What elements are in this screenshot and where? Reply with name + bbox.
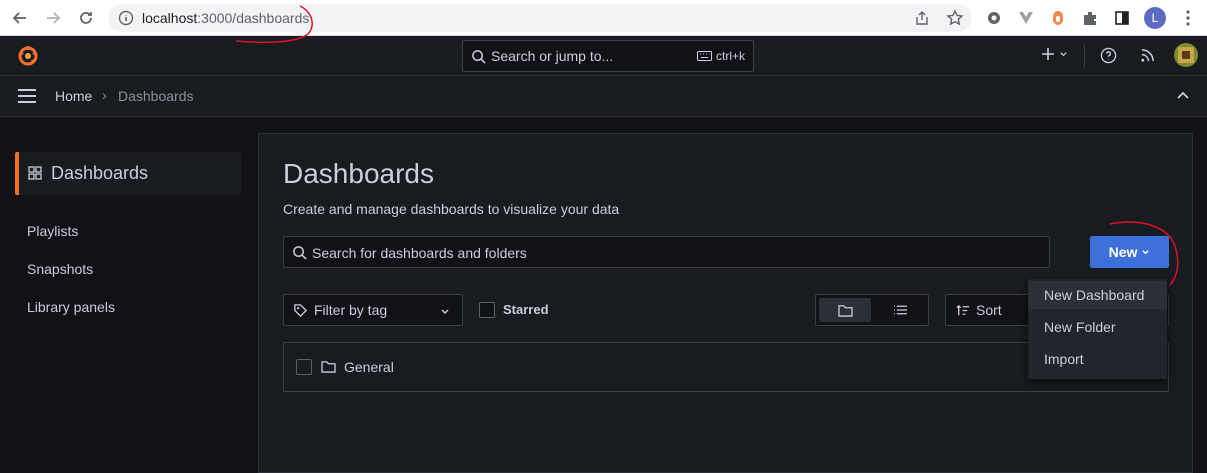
url-text: localhost:3000/dashboards xyxy=(142,10,309,26)
grafana-logo-icon[interactable] xyxy=(16,44,40,68)
rss-news-icon[interactable] xyxy=(1140,48,1155,63)
tag-filter-placeholder: Filter by tag xyxy=(314,302,388,318)
new-button[interactable]: New xyxy=(1090,236,1169,268)
sidebar-item-dashboards[interactable]: Dashboards xyxy=(15,152,241,195)
forward-button[interactable] xyxy=(42,7,64,29)
chevron-down-icon xyxy=(1142,249,1150,254)
page-subtitle: Create and manage dashboards to visualiz… xyxy=(283,201,620,217)
arrow-left-icon xyxy=(12,12,26,24)
page-title: Dashboards xyxy=(283,158,434,189)
topbar-divider xyxy=(1084,44,1085,68)
search-jump-input[interactable]: Search or jump to... ctrl+k xyxy=(462,40,754,72)
address-bar[interactable]: localhost:3000/dashboards xyxy=(108,4,972,32)
back-button[interactable] xyxy=(9,7,31,29)
star-bookmark-icon[interactable] xyxy=(946,9,964,27)
search-jump-placeholder: Search or jump to... xyxy=(491,48,614,64)
add-new-button[interactable] xyxy=(1040,46,1068,62)
url-path: :3000/dashboards xyxy=(197,10,310,26)
folder-view-button[interactable] xyxy=(819,298,871,322)
user-avatar[interactable] xyxy=(1174,43,1198,67)
menu-hamburger-icon[interactable] xyxy=(17,88,37,104)
starred-label[interactable]: Starred xyxy=(503,302,549,317)
help-icon[interactable] xyxy=(1100,47,1117,64)
breadcrumb-current: Dashboards xyxy=(118,88,194,104)
list-icon xyxy=(893,305,907,315)
chevron-down-icon xyxy=(441,309,449,314)
apps-grid-icon xyxy=(28,166,42,180)
sidebar-item-snapshots[interactable]: Snapshots xyxy=(27,261,93,277)
list-view-button[interactable] xyxy=(874,298,926,322)
dashboard-search-placeholder: Search for dashboards and folders xyxy=(312,245,527,261)
folder-icon xyxy=(837,304,853,317)
folder-icon xyxy=(321,361,336,373)
search-icon xyxy=(472,50,486,64)
arrow-right-icon xyxy=(47,12,61,24)
browser-toolbar: localhost:3000/dashboards L xyxy=(0,0,1207,36)
keyboard-icon xyxy=(696,51,712,61)
chevron-down-icon xyxy=(1060,51,1067,56)
folder-row-checkbox[interactable] xyxy=(296,359,312,375)
profile-avatar[interactable]: L xyxy=(1144,7,1166,29)
reload-icon xyxy=(80,12,92,24)
plus-icon xyxy=(1042,48,1054,60)
search-icon xyxy=(293,246,307,260)
side-panel-icon[interactable] xyxy=(1112,8,1132,28)
reload-button[interactable] xyxy=(75,7,97,29)
extension-gear-icon[interactable] xyxy=(984,8,1004,28)
sort-placeholder: Sort xyxy=(976,302,1002,318)
chevron-up-icon[interactable] xyxy=(1176,91,1190,101)
sidebar-item-library-panels[interactable]: Library panels xyxy=(27,299,115,315)
new-dropdown-menu: New Dashboard New Folder Import xyxy=(1028,279,1167,379)
tag-icon xyxy=(294,304,308,318)
keyboard-shortcut: ctrl+k xyxy=(696,49,745,63)
browser-menu-icon[interactable] xyxy=(1178,8,1198,28)
extension-vue-icon[interactable] xyxy=(1016,8,1036,28)
url-host: localhost xyxy=(142,10,198,26)
breadcrumb-separator: › xyxy=(102,87,107,103)
shortcut-label: ctrl+k xyxy=(715,49,745,63)
dashboard-search-input[interactable]: Search for dashboards and folders xyxy=(283,236,1050,268)
sidebar-item-playlists[interactable]: Playlists xyxy=(27,223,78,239)
new-button-label: New xyxy=(1108,244,1138,260)
folder-name: General xyxy=(344,359,394,375)
grafana-topbar: Search or jump to... ctrl+k xyxy=(0,36,1207,76)
breadcrumb-bar: Home › Dashboards xyxy=(0,76,1207,117)
extension-flame-icon[interactable] xyxy=(1048,8,1068,28)
menu-item-new-folder[interactable]: New Folder xyxy=(1028,313,1167,341)
extensions-puzzle-icon[interactable] xyxy=(1080,8,1100,28)
breadcrumb-home[interactable]: Home xyxy=(55,88,92,104)
starred-checkbox[interactable] xyxy=(479,302,495,318)
menu-item-new-dashboard[interactable]: New Dashboard xyxy=(1028,281,1167,309)
info-icon[interactable] xyxy=(118,10,134,26)
sort-icon xyxy=(956,304,970,316)
sidebar: Dashboards Playlists Snapshots Library p… xyxy=(0,117,258,456)
sidebar-item-label: Dashboards xyxy=(51,163,149,183)
tag-filter-select[interactable]: Filter by tag xyxy=(283,294,463,326)
share-icon[interactable] xyxy=(914,10,930,26)
menu-item-import[interactable]: Import xyxy=(1028,345,1167,373)
view-toggle xyxy=(815,294,929,326)
